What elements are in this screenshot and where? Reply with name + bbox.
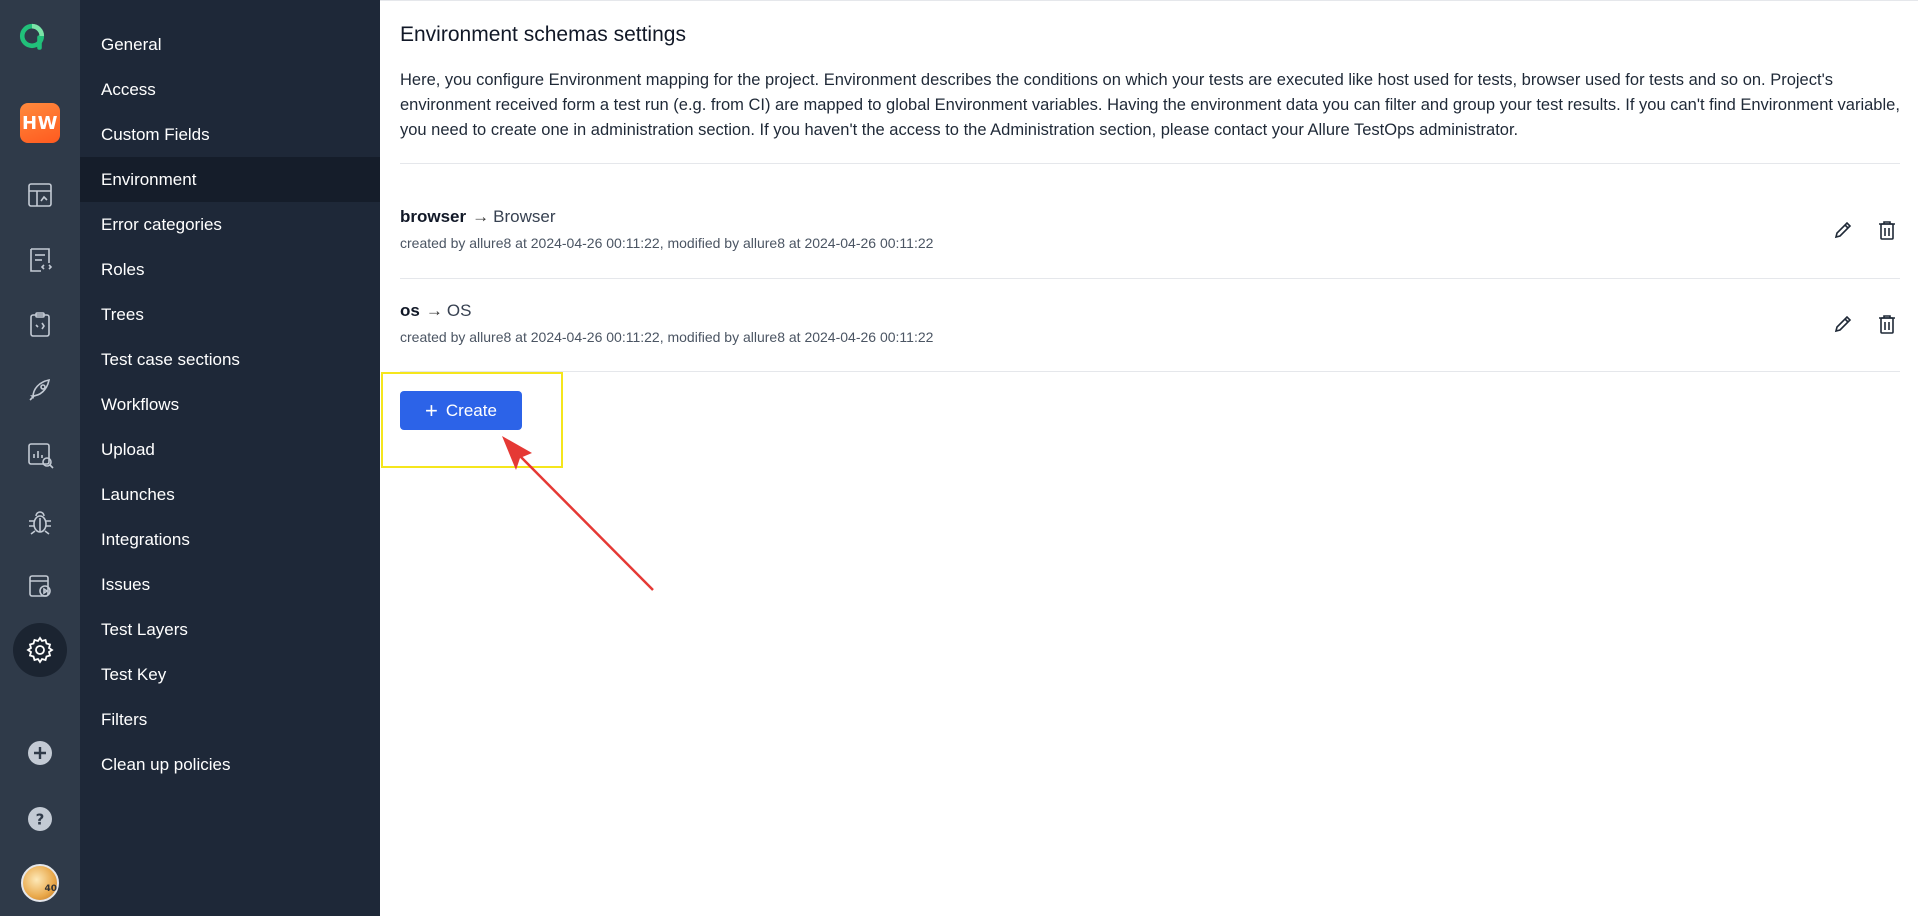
jobs-icon[interactable] bbox=[20, 566, 60, 606]
schema-key: os bbox=[400, 301, 420, 320]
schema-row: os → OS created by allure8 at 2024-04-26 0… bbox=[400, 301, 1900, 393]
menu-item-workflows[interactable]: Workflows bbox=[80, 382, 380, 427]
menu-item-test-key[interactable]: Test Key bbox=[80, 652, 380, 697]
plus-icon: + bbox=[425, 397, 438, 423]
defects-icon[interactable] bbox=[20, 502, 60, 542]
icon-rail: HW ? 40 bbox=[0, 0, 80, 916]
menu-item-clean-up-policies[interactable]: Clean up policies bbox=[80, 742, 380, 787]
analytics-icon[interactable] bbox=[20, 435, 60, 475]
schema-mapping: browser → Browser bbox=[400, 207, 556, 227]
create-button-label: Create bbox=[445, 400, 497, 420]
launches-icon[interactable] bbox=[20, 370, 60, 410]
menu-item-integrations[interactable]: Integrations bbox=[80, 517, 380, 562]
menu-item-launches[interactable]: Launches bbox=[80, 472, 380, 517]
mapping-arrow-icon: → bbox=[472, 207, 490, 226]
menu-item-general[interactable]: General bbox=[80, 22, 380, 67]
edit-icon[interactable] bbox=[1830, 217, 1856, 243]
create-button[interactable]: + Create bbox=[400, 391, 522, 430]
menu-item-access[interactable]: Access bbox=[80, 67, 380, 112]
page-title: Environment schemas settings bbox=[400, 23, 686, 46]
settings-icon[interactable] bbox=[20, 630, 60, 670]
row-actions bbox=[1830, 217, 1900, 243]
menu-item-test-case-sections[interactable]: Test case sections bbox=[80, 337, 380, 382]
menu-item-filters[interactable]: Filters bbox=[80, 697, 380, 742]
menu-item-test-layers[interactable]: Test Layers bbox=[80, 607, 380, 652]
settings-menu: General Access Custom Fields Environment… bbox=[80, 0, 380, 916]
schema-value: OS bbox=[446, 301, 472, 320]
divider bbox=[400, 371, 1900, 372]
edit-icon[interactable] bbox=[1830, 311, 1856, 337]
user-avatar[interactable]: 40 bbox=[21, 864, 59, 902]
test-plans-icon[interactable] bbox=[20, 305, 60, 345]
menu-item-error-categories[interactable]: Error categories bbox=[80, 202, 380, 247]
delete-icon[interactable] bbox=[1874, 311, 1900, 337]
help-icon[interactable]: ? bbox=[20, 799, 60, 839]
row-actions bbox=[1830, 311, 1900, 337]
allure-logo-icon[interactable] bbox=[17, 21, 63, 67]
add-icon[interactable] bbox=[20, 733, 60, 773]
main-content: Environment schemas settings Here, you c… bbox=[380, 0, 1918, 916]
avatar-badge: 40 bbox=[44, 884, 57, 894]
project-badge[interactable]: HW bbox=[20, 103, 60, 143]
menu-item-custom-fields[interactable]: Custom Fields bbox=[80, 112, 380, 157]
divider bbox=[400, 278, 1900, 279]
divider bbox=[400, 163, 1900, 164]
schema-key: browser bbox=[400, 207, 467, 226]
schema-meta: created by allure8 at 2024-04-26 00:11:2… bbox=[400, 329, 934, 345]
svg-text:?: ? bbox=[36, 811, 45, 829]
dashboard-icon[interactable] bbox=[20, 175, 60, 215]
page-description: Here, you configure Environment mapping … bbox=[400, 71, 1900, 139]
menu-item-roles[interactable]: Roles bbox=[80, 247, 380, 292]
menu-item-upload[interactable]: Upload bbox=[80, 427, 380, 472]
schema-row: browser → Browser created by allure8 at 20… bbox=[400, 207, 1900, 299]
schema-value: Browser bbox=[493, 207, 556, 226]
menu-item-environment[interactable]: Environment bbox=[80, 157, 380, 202]
mapping-arrow-icon: → bbox=[425, 301, 443, 320]
schema-mapping: os → OS bbox=[400, 301, 471, 321]
menu-item-trees[interactable]: Trees bbox=[80, 292, 380, 337]
delete-icon[interactable] bbox=[1874, 217, 1900, 243]
test-cases-icon[interactable] bbox=[20, 240, 60, 280]
schema-meta: created by allure8 at 2024-04-26 00:11:2… bbox=[400, 235, 934, 251]
menu-item-issues[interactable]: Issues bbox=[80, 562, 380, 607]
